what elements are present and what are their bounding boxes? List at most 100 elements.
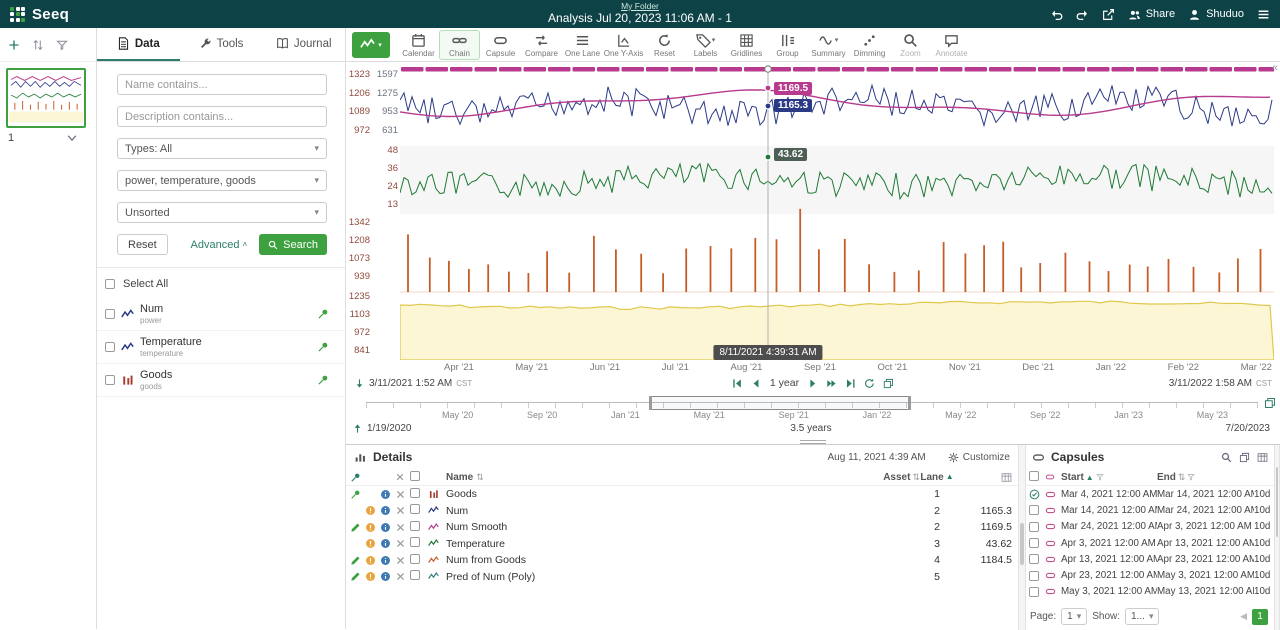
first-capsule-icon[interactable] bbox=[732, 378, 743, 389]
previous-page-icon[interactable]: ◀ bbox=[1240, 611, 1247, 622]
toolbar-button[interactable]: ▾ One Y-Axis bbox=[603, 30, 644, 60]
row-checkbox[interactable] bbox=[410, 488, 420, 498]
show-select[interactable]: 1...▾ bbox=[1125, 608, 1159, 625]
toolbar-button[interactable]: ▾ One Lane bbox=[562, 30, 603, 60]
end-column-header[interactable]: End⇅ bbox=[1157, 472, 1254, 483]
overview-start-arrow-icon[interactable] bbox=[352, 423, 363, 434]
auto-update-icon[interactable] bbox=[883, 378, 894, 389]
header-checkbox[interactable] bbox=[410, 471, 420, 481]
toolbar-button[interactable]: ▾ Annotate bbox=[931, 30, 972, 60]
details-row[interactable]: Num 2 1165.3 bbox=[346, 503, 1018, 520]
asset-column-header[interactable]: Asset⇅ bbox=[874, 472, 920, 483]
page-select[interactable]: 1▾ bbox=[1061, 608, 1087, 625]
info-icon[interactable] bbox=[380, 555, 391, 566]
details-row[interactable]: Pred of Num (Poly) 5 bbox=[346, 569, 1018, 586]
sort-select[interactable]: Unsorted▾ bbox=[117, 202, 327, 223]
fit-range-icon[interactable] bbox=[1264, 397, 1276, 409]
hamburger-menu-icon[interactable] bbox=[1257, 8, 1270, 21]
chart-plot-area[interactable] bbox=[400, 62, 1274, 360]
warning-icon[interactable] bbox=[365, 555, 376, 566]
pin-column-icon[interactable] bbox=[350, 472, 361, 483]
scrollbar-thumb[interactable] bbox=[1276, 467, 1278, 537]
capsules-header-checkbox[interactable] bbox=[1029, 471, 1039, 481]
selection-right-handle[interactable] bbox=[908, 396, 911, 410]
fast-forward-icon[interactable] bbox=[826, 378, 837, 389]
trend-chart[interactable]: 132312061089972 15971275953631 48362413 … bbox=[346, 62, 1280, 374]
capsule-row[interactable]: Apr 3, 2021 12:00 AM Apr 13, 2021 12:00 … bbox=[1026, 535, 1274, 551]
details-row[interactable]: Temperature 3 43.62 bbox=[346, 536, 1018, 553]
sidebar-tab[interactable]: Data bbox=[97, 28, 180, 61]
filter-icon[interactable] bbox=[1187, 473, 1195, 481]
remove-icon[interactable] bbox=[395, 505, 406, 516]
last-capsule-icon[interactable] bbox=[845, 378, 856, 389]
range-end[interactable]: 3/11/2022 1:58 AM bbox=[1169, 378, 1252, 389]
toolbar-button[interactable]: ▾ Dimming bbox=[849, 30, 890, 60]
warning-icon[interactable] bbox=[365, 522, 376, 533]
sort-worksheets-icon[interactable] bbox=[32, 39, 44, 51]
info-icon[interactable] bbox=[380, 489, 391, 500]
share-button[interactable]: Share bbox=[1128, 8, 1175, 21]
info-icon[interactable] bbox=[380, 571, 391, 582]
capsule-row[interactable]: Mar 4, 2021 12:00 AM Mar 14, 2021 12:00 … bbox=[1026, 486, 1274, 502]
name-column-header[interactable]: Name⇅ bbox=[446, 472, 874, 483]
undo-icon[interactable] bbox=[1050, 8, 1063, 21]
remove-icon[interactable] bbox=[395, 571, 406, 582]
capsule-row[interactable]: Mar 24, 2021 12:00 AM Apr 3, 2021 12:00 … bbox=[1026, 519, 1274, 535]
warning-icon[interactable] bbox=[365, 571, 376, 582]
pin-icon[interactable] bbox=[317, 308, 329, 320]
row-checkbox[interactable] bbox=[410, 521, 420, 531]
toolbar-button[interactable]: ▾ Zoom bbox=[890, 30, 931, 60]
lane-column-header[interactable]: Lane▲ bbox=[920, 472, 954, 483]
reset-button[interactable]: Reset bbox=[117, 234, 168, 255]
filter-icon[interactable] bbox=[1096, 473, 1104, 481]
toolbar-button[interactable]: ▾ Chain bbox=[439, 30, 480, 60]
row-checkbox[interactable] bbox=[410, 537, 420, 547]
seeq-logo-icon[interactable] bbox=[10, 7, 25, 22]
details-row[interactable]: Num from Goods 4 1184.5 bbox=[346, 552, 1018, 569]
worksheet-chevron-down-icon[interactable] bbox=[66, 132, 78, 144]
range-start-arrow-icon[interactable] bbox=[354, 378, 365, 389]
current-page-badge[interactable]: 1 bbox=[1252, 609, 1268, 625]
select-all-checkbox[interactable] bbox=[105, 279, 115, 289]
item-checkbox[interactable] bbox=[105, 375, 115, 385]
capsule-checkbox[interactable] bbox=[1029, 571, 1039, 581]
row-checkbox[interactable] bbox=[410, 570, 420, 580]
toolbar-button[interactable]: ▾ Compare bbox=[521, 30, 562, 60]
toolbar-button[interactable]: ▾ Group bbox=[767, 30, 808, 60]
list-item[interactable]: Temperature temperature bbox=[97, 331, 345, 364]
pin-icon[interactable] bbox=[317, 341, 329, 353]
toolbar-button[interactable]: ▾ Gridlines bbox=[726, 30, 767, 60]
row-lead-icon[interactable] bbox=[350, 522, 361, 533]
refresh-icon[interactable] bbox=[864, 378, 875, 389]
range-start[interactable]: 3/11/2021 1:52 AM bbox=[369, 378, 452, 389]
sort-icon[interactable]: ⇅ bbox=[912, 472, 920, 483]
start-column-header[interactable]: Start▲ bbox=[1061, 472, 1157, 483]
capsule-checkbox[interactable] bbox=[1029, 538, 1039, 548]
toolbar-button[interactable]: ▾ Reset bbox=[644, 30, 685, 60]
search-capsules-icon[interactable] bbox=[1221, 452, 1232, 463]
sort-asc-icon[interactable]: ▲ bbox=[946, 472, 954, 483]
warning-icon[interactable] bbox=[365, 538, 376, 549]
collapse-right-icon[interactable]: « bbox=[1272, 62, 1278, 74]
capsule-checkbox[interactable] bbox=[1029, 522, 1039, 532]
types-select[interactable]: Types: All▾ bbox=[117, 138, 327, 159]
warning-icon[interactable] bbox=[365, 505, 376, 516]
overview-end-date[interactable]: 7/20/2023 bbox=[1226, 423, 1271, 434]
info-icon[interactable] bbox=[380, 522, 391, 533]
remove-icon[interactable] bbox=[395, 555, 406, 566]
advanced-link[interactable]: Advanced˄ bbox=[191, 239, 248, 251]
overview-track[interactable] bbox=[366, 396, 1258, 410]
capsule-checkbox[interactable] bbox=[1029, 505, 1039, 515]
step-back-icon[interactable] bbox=[751, 378, 762, 389]
row-checkbox[interactable] bbox=[410, 504, 420, 514]
toolbar-button[interactable]: ▾ Summary bbox=[808, 30, 849, 60]
capsule-row[interactable]: May 3, 2021 12:00 AM May 13, 2021 12:00 … bbox=[1026, 584, 1274, 600]
capsule-checkbox[interactable] bbox=[1029, 554, 1039, 564]
capsules-scrollbar[interactable] bbox=[1274, 445, 1280, 630]
description-search-input[interactable] bbox=[117, 106, 327, 127]
breadcrumb[interactable]: My Folder bbox=[548, 1, 732, 11]
sort-asc-icon[interactable]: ▲ bbox=[1086, 473, 1094, 482]
datasource-filter-select[interactable]: power, temperature, goods▾ bbox=[117, 170, 327, 191]
columns-icon[interactable] bbox=[1257, 452, 1268, 463]
details-row[interactable]: Num Smooth 2 1169.5 bbox=[346, 519, 1018, 536]
